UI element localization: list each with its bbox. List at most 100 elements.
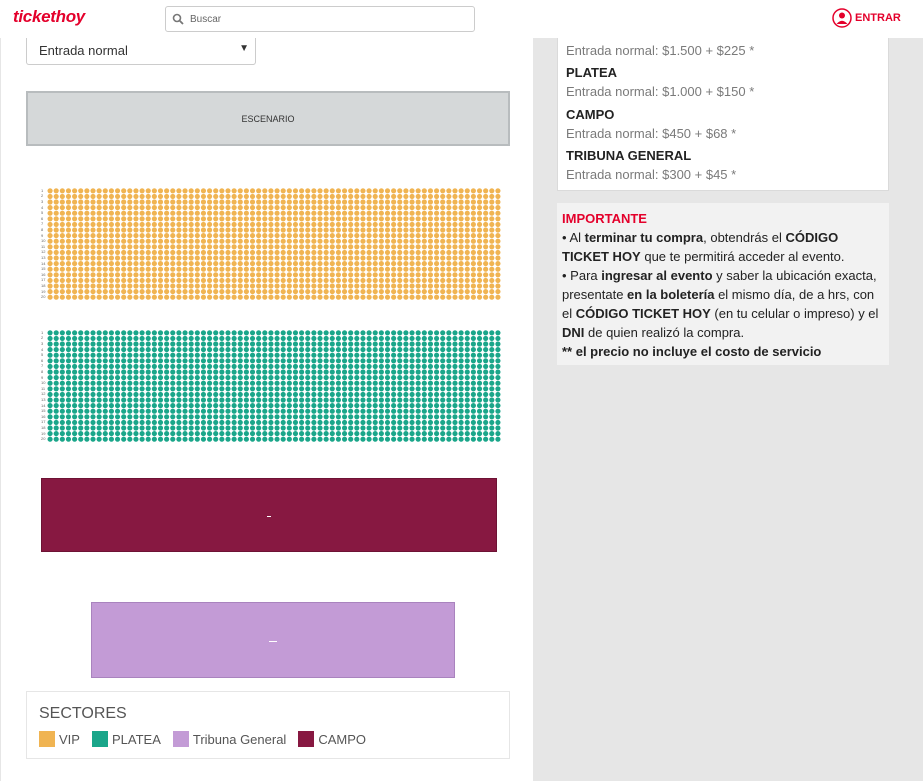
seat[interactable]	[194, 244, 200, 250]
seat[interactable]	[164, 397, 170, 403]
seat[interactable]	[151, 425, 157, 431]
seat[interactable]	[434, 391, 440, 397]
seat[interactable]	[470, 233, 476, 239]
seat[interactable]	[458, 347, 464, 353]
seat[interactable]	[127, 386, 133, 392]
seat[interactable]	[372, 352, 378, 358]
seat[interactable]	[243, 335, 249, 341]
seat[interactable]	[53, 289, 59, 295]
seat[interactable]	[440, 238, 446, 244]
seat[interactable]	[409, 272, 415, 278]
seat[interactable]	[458, 193, 464, 199]
seat[interactable]	[470, 352, 476, 358]
seat[interactable]	[262, 216, 268, 222]
seat[interactable]	[335, 255, 342, 261]
seat[interactable]	[237, 335, 243, 341]
seat[interactable]	[145, 352, 151, 358]
seat[interactable]	[157, 272, 164, 278]
seat[interactable]	[354, 289, 360, 295]
seat[interactable]	[207, 289, 213, 295]
seat[interactable]	[470, 358, 476, 364]
seat[interactable]	[65, 419, 72, 425]
seat[interactable]	[323, 255, 329, 261]
seat[interactable]	[323, 193, 329, 199]
seat[interactable]	[96, 436, 102, 442]
seat[interactable]	[452, 249, 458, 255]
seat[interactable]	[354, 436, 360, 442]
seat[interactable]	[280, 380, 286, 386]
seat[interactable]	[47, 266, 53, 272]
seat[interactable]	[145, 347, 151, 353]
seat[interactable]	[305, 238, 311, 244]
seat[interactable]	[194, 375, 200, 381]
seat[interactable]	[280, 221, 286, 227]
seat[interactable]	[182, 277, 188, 283]
seat[interactable]	[446, 233, 452, 239]
seat[interactable]	[225, 266, 231, 272]
seat[interactable]	[151, 188, 157, 194]
seat[interactable]	[249, 205, 256, 211]
seat[interactable]	[90, 249, 96, 255]
seat[interactable]	[194, 436, 200, 442]
seat[interactable]	[84, 358, 90, 364]
seat[interactable]	[151, 216, 157, 222]
seat[interactable]	[121, 363, 127, 369]
seat[interactable]	[489, 369, 495, 375]
seat[interactable]	[274, 397, 280, 403]
seat[interactable]	[219, 210, 225, 216]
seat[interactable]	[427, 391, 434, 397]
seat[interactable]	[274, 341, 280, 347]
seat[interactable]	[157, 199, 164, 205]
seat[interactable]	[476, 363, 483, 369]
seat[interactable]	[415, 283, 421, 289]
seat[interactable]	[378, 255, 384, 261]
seat[interactable]	[409, 335, 415, 341]
seat[interactable]	[305, 380, 311, 386]
seat[interactable]	[194, 419, 200, 425]
seat[interactable]	[476, 419, 483, 425]
seat[interactable]	[348, 233, 354, 239]
seat[interactable]	[489, 193, 495, 199]
seat[interactable]	[305, 216, 311, 222]
seat[interactable]	[464, 375, 470, 381]
seat[interactable]	[157, 419, 164, 425]
seat[interactable]	[360, 386, 366, 392]
seat[interactable]	[262, 199, 268, 205]
seat[interactable]	[323, 188, 329, 194]
seat[interactable]	[366, 375, 372, 381]
seat[interactable]	[151, 210, 157, 216]
seat[interactable]	[458, 289, 464, 295]
seat[interactable]	[139, 238, 145, 244]
seat[interactable]	[434, 386, 440, 392]
seat[interactable]	[292, 244, 299, 250]
seat[interactable]	[225, 330, 231, 336]
seat[interactable]	[476, 188, 483, 194]
seat[interactable]	[151, 266, 157, 272]
seat[interactable]	[403, 386, 409, 392]
seat[interactable]	[280, 266, 286, 272]
seat[interactable]	[182, 227, 188, 233]
seat[interactable]	[421, 227, 427, 233]
seat[interactable]	[415, 431, 421, 437]
seat[interactable]	[262, 238, 268, 244]
seat[interactable]	[237, 193, 243, 199]
seat[interactable]	[256, 188, 262, 194]
seat[interactable]	[102, 397, 108, 403]
seat[interactable]	[409, 221, 415, 227]
seat[interactable]	[188, 408, 194, 414]
seat[interactable]	[397, 221, 403, 227]
seat[interactable]	[249, 210, 256, 216]
seat[interactable]	[452, 261, 458, 267]
seat[interactable]	[268, 408, 274, 414]
seat[interactable]	[243, 261, 249, 267]
seat[interactable]	[378, 425, 384, 431]
seat[interactable]	[476, 238, 483, 244]
seat[interactable]	[47, 210, 53, 216]
seat[interactable]	[84, 266, 90, 272]
seat[interactable]	[446, 391, 452, 397]
seat[interactable]	[139, 397, 145, 403]
seat[interactable]	[262, 352, 268, 358]
seat[interactable]	[207, 408, 213, 414]
seat[interactable]	[127, 352, 133, 358]
seat[interactable]	[280, 335, 286, 341]
